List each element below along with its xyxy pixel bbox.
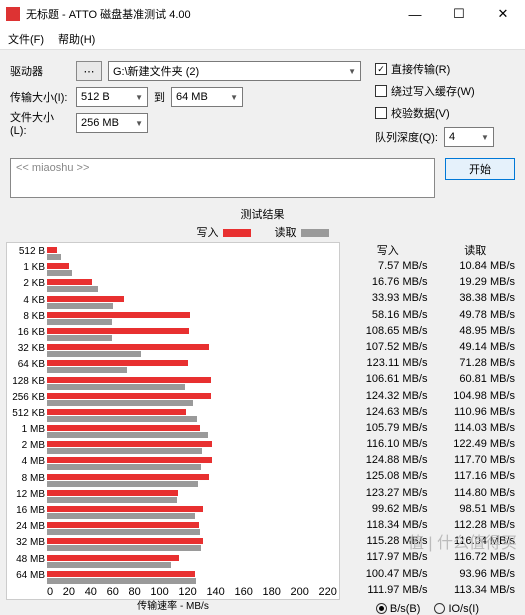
drive-select[interactable]: G:\新建文件夹 (2)▼ (108, 61, 361, 81)
table-header: 写入读取 (344, 242, 519, 258)
table-row: 124.63 MB/s110.96 MB/s (344, 406, 519, 422)
transfer-size-from[interactable]: 512 B▼ (76, 87, 148, 107)
close-button[interactable]: ✕ (481, 0, 525, 28)
to-label: 到 (154, 89, 165, 105)
table-row: 118.34 MB/s112.28 MB/s (344, 519, 519, 535)
window-title: 无标题 - ATTO 磁盘基准测试 4.00 (26, 6, 393, 22)
file-size-select[interactable]: 256 MB▼ (76, 113, 148, 133)
menu-help[interactable]: 帮助(H) (58, 31, 95, 47)
bypass-cache-checkbox[interactable]: 绕过写入缓存(W) (375, 80, 515, 102)
results-title: 测试结果 (6, 204, 519, 224)
table-row: 106.61 MB/s60.81 MB/s (344, 373, 519, 389)
table-row: 7.57 MB/s10.84 MB/s (344, 260, 519, 276)
description-box[interactable]: << miaoshu >> (10, 158, 435, 198)
table-row: 116.10 MB/s122.49 MB/s (344, 438, 519, 454)
table-row: 123.27 MB/s114.80 MB/s (344, 487, 519, 503)
table-row: 115.28 MB/s116.04 MB/s (344, 535, 519, 551)
table-row: 124.32 MB/s104.98 MB/s (344, 390, 519, 406)
table-row: 108.65 MB/s48.95 MB/s (344, 325, 519, 341)
bar-chart: 512 B 1 KB 2 KB 4 KB 8 KB 16 KB 32 KB 64… (6, 242, 340, 600)
x-axis-label: 传输速率 - MB/s (137, 597, 209, 612)
table-row: 105.79 MB/s114.03 MB/s (344, 422, 519, 438)
start-button[interactable]: 开始 (445, 158, 515, 180)
drive-browse-button[interactable]: ⋯ (76, 61, 102, 81)
app-icon (6, 7, 20, 21)
direct-io-checkbox[interactable]: ✓直接传输(R) (375, 58, 515, 80)
unit-ios-radio[interactable]: IO/s(I) (434, 603, 479, 615)
table-row: 16.76 MB/s19.29 MB/s (344, 276, 519, 292)
minimize-button[interactable]: — (393, 0, 437, 28)
drive-label: 驱动器 (10, 63, 70, 79)
verify-checkbox[interactable]: 校验数据(V) (375, 102, 515, 124)
table-row: 111.97 MB/s113.34 MB/s (344, 584, 519, 600)
queue-depth-label: 队列深度(Q): (375, 129, 438, 145)
table-row: 125.08 MB/s117.16 MB/s (344, 470, 519, 486)
table-row: 117.97 MB/s116.72 MB/s (344, 551, 519, 567)
menu-file[interactable]: 文件(F) (8, 31, 44, 47)
table-row: 99.62 MB/s98.51 MB/s (344, 503, 519, 519)
table-row: 124.88 MB/s117.70 MB/s (344, 454, 519, 470)
chart-legend: 写入 读取 (6, 224, 519, 240)
unit-bs-radio[interactable]: B/s(B) (376, 603, 421, 615)
maximize-button[interactable]: ☐ (437, 0, 481, 28)
file-size-label: 文件大小(L): (10, 109, 70, 137)
transfer-size-label: 传输大小(I): (10, 89, 70, 105)
table-row: 100.47 MB/s93.96 MB/s (344, 568, 519, 584)
table-row: 33.93 MB/s38.38 MB/s (344, 292, 519, 308)
table-row: 123.11 MB/s71.28 MB/s (344, 357, 519, 373)
table-row: 58.16 MB/s49.78 MB/s (344, 309, 519, 325)
queue-depth-select[interactable]: 4▼ (444, 127, 494, 147)
table-row: 107.52 MB/s49.14 MB/s (344, 341, 519, 357)
transfer-size-to[interactable]: 64 MB▼ (171, 87, 243, 107)
